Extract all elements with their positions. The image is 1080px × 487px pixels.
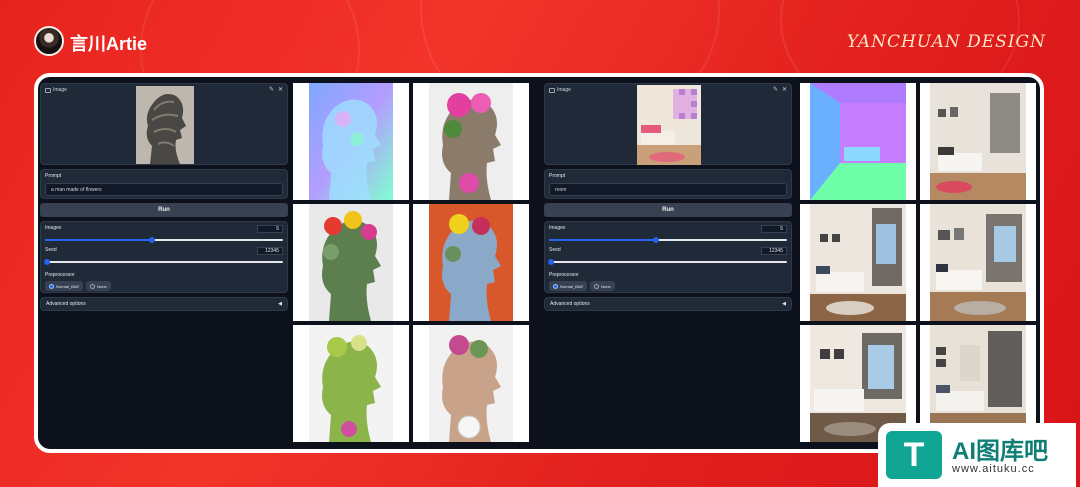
preprocessor-label: Preprocessor bbox=[549, 272, 579, 278]
pencil-icon[interactable]: ✎ bbox=[269, 86, 274, 93]
normal-map-room-image bbox=[810, 83, 906, 200]
advanced-options-accordion[interactable]: Advanced options ◀ bbox=[40, 297, 288, 311]
images-number-input[interactable]: 5 bbox=[257, 225, 283, 233]
aituku-logo: T bbox=[886, 431, 942, 479]
image-icon bbox=[45, 87, 51, 93]
images-slider-thumb[interactable] bbox=[653, 237, 660, 243]
watermark: T AI图库吧 www.aituku.cc bbox=[878, 423, 1076, 487]
gallery-image[interactable] bbox=[293, 325, 409, 442]
gallery-image[interactable] bbox=[293, 83, 409, 200]
avatar bbox=[34, 26, 64, 56]
input-image-room bbox=[637, 85, 701, 165]
gallery-image[interactable] bbox=[293, 204, 409, 321]
image-tools: ✎ ✕ bbox=[773, 86, 787, 93]
seed-slider-thumb[interactable] bbox=[548, 259, 555, 265]
watermark-url: www.aituku.cc bbox=[952, 463, 1035, 475]
images-slider-row: Images 5 bbox=[45, 225, 283, 247]
close-icon[interactable]: ✕ bbox=[278, 86, 283, 93]
seed-slider[interactable] bbox=[548, 259, 787, 265]
bedroom-image bbox=[930, 83, 1026, 200]
seed-number-input[interactable]: 12345 bbox=[761, 247, 787, 255]
right-controls: Image ✎ ✕ Prompt room Run Images 5 Seed … bbox=[544, 83, 792, 311]
gallery-image[interactable] bbox=[800, 83, 916, 200]
run-button[interactable]: Run bbox=[544, 203, 792, 217]
preprocessor-label: Preprocessor bbox=[45, 272, 75, 278]
radio-none[interactable]: None bbox=[590, 281, 615, 291]
close-icon[interactable]: ✕ bbox=[782, 86, 787, 93]
gallery-image[interactable] bbox=[920, 83, 1036, 200]
radio-normal-bae[interactable]: Normal_BAE bbox=[549, 281, 588, 291]
image-tools: ✎ ✕ bbox=[269, 86, 283, 93]
flower-head-white-image bbox=[429, 325, 513, 442]
advanced-options-label: Advanced options bbox=[550, 301, 590, 307]
watermark-name: AI图库吧 bbox=[952, 438, 1048, 465]
bedroom-image bbox=[810, 204, 906, 321]
preprocessor-radio-group: Normal_BAE None bbox=[549, 281, 787, 291]
flower-head-pink-image bbox=[429, 83, 513, 200]
settings-box: Images 5 Seed 12345 Preprocessor Normal_… bbox=[40, 221, 288, 293]
run-button[interactable]: Run bbox=[40, 203, 288, 217]
image-label: Image bbox=[45, 87, 67, 93]
images-slider[interactable] bbox=[45, 237, 283, 243]
seed-slider-row: Seed 12345 bbox=[548, 247, 787, 269]
advanced-options-label: Advanced options bbox=[46, 301, 86, 307]
preprocessor-radio-group: Normal_BAE None bbox=[45, 281, 283, 291]
gallery-image[interactable] bbox=[800, 204, 916, 321]
radio-normal-bae[interactable]: Normal_BAE bbox=[45, 281, 84, 291]
radio-none[interactable]: None bbox=[86, 281, 111, 291]
gallery-image[interactable] bbox=[413, 325, 529, 442]
gallery-image[interactable] bbox=[920, 204, 1036, 321]
radio-unselected-icon bbox=[594, 283, 600, 289]
input-image-sculpture bbox=[136, 86, 194, 164]
normal-map-image bbox=[309, 83, 393, 200]
prompt-box: Prompt a man made of flowers bbox=[40, 169, 288, 199]
settings-box: Images 5 Seed 12345 Preprocessor Normal_… bbox=[544, 221, 792, 293]
design-mark: YANCHUAN DESIGN bbox=[846, 32, 1046, 52]
prompt-label: Prompt bbox=[45, 173, 62, 179]
seed-number-input[interactable]: 12345 bbox=[257, 247, 283, 255]
images-slider-row: Images 5 bbox=[549, 225, 787, 247]
seed-label: Seed bbox=[549, 247, 561, 253]
pencil-icon[interactable]: ✎ bbox=[773, 86, 778, 93]
triangle-left-icon: ◀ bbox=[278, 301, 282, 307]
images-slider-thumb[interactable] bbox=[149, 237, 156, 243]
left-output-gallery bbox=[293, 83, 529, 442]
images-slider[interactable] bbox=[549, 237, 787, 243]
triangle-left-icon: ◀ bbox=[782, 301, 786, 307]
seed-label: Seed bbox=[45, 247, 57, 253]
image-upload[interactable]: Image ✎ ✕ bbox=[544, 83, 792, 165]
header: 言川Artie YANCHUAN DESIGN bbox=[0, 0, 1080, 70]
prompt-label: Prompt bbox=[549, 173, 566, 179]
gallery-image[interactable] bbox=[413, 83, 529, 200]
images-number-input[interactable]: 5 bbox=[761, 225, 787, 233]
seed-slider-row: Seed 12345 bbox=[44, 247, 283, 269]
seed-slider-thumb[interactable] bbox=[44, 259, 51, 265]
flower-head-blue-image bbox=[429, 204, 513, 321]
radio-selected-icon bbox=[553, 283, 558, 289]
image-upload[interactable]: Image ✎ ✕ bbox=[40, 83, 288, 165]
flower-head-colorful-image bbox=[309, 204, 393, 321]
left-controls: Image ✎ ✕ Prompt a man made of flowers R… bbox=[40, 83, 288, 311]
images-label: Images bbox=[45, 225, 62, 231]
flower-head-green-image bbox=[309, 325, 393, 442]
image-label: Image bbox=[549, 87, 571, 93]
demo-panel: Image ✎ ✕ Prompt a man made of flowers R… bbox=[34, 73, 1044, 453]
brand-name: 言川Artie bbox=[70, 34, 148, 54]
advanced-options-accordion[interactable]: Advanced options ◀ bbox=[544, 297, 792, 311]
bedroom-image bbox=[930, 204, 1026, 321]
radio-selected-icon bbox=[49, 283, 54, 289]
images-label: Images bbox=[549, 225, 566, 231]
prompt-box: Prompt room bbox=[544, 169, 792, 199]
seed-slider[interactable] bbox=[44, 259, 283, 265]
prompt-input[interactable]: room bbox=[549, 183, 787, 196]
image-icon bbox=[549, 87, 555, 93]
prompt-input[interactable]: a man made of flowers bbox=[45, 183, 283, 196]
radio-unselected-icon bbox=[90, 283, 96, 289]
right-output-gallery bbox=[800, 83, 1036, 442]
gallery-image[interactable] bbox=[413, 204, 529, 321]
